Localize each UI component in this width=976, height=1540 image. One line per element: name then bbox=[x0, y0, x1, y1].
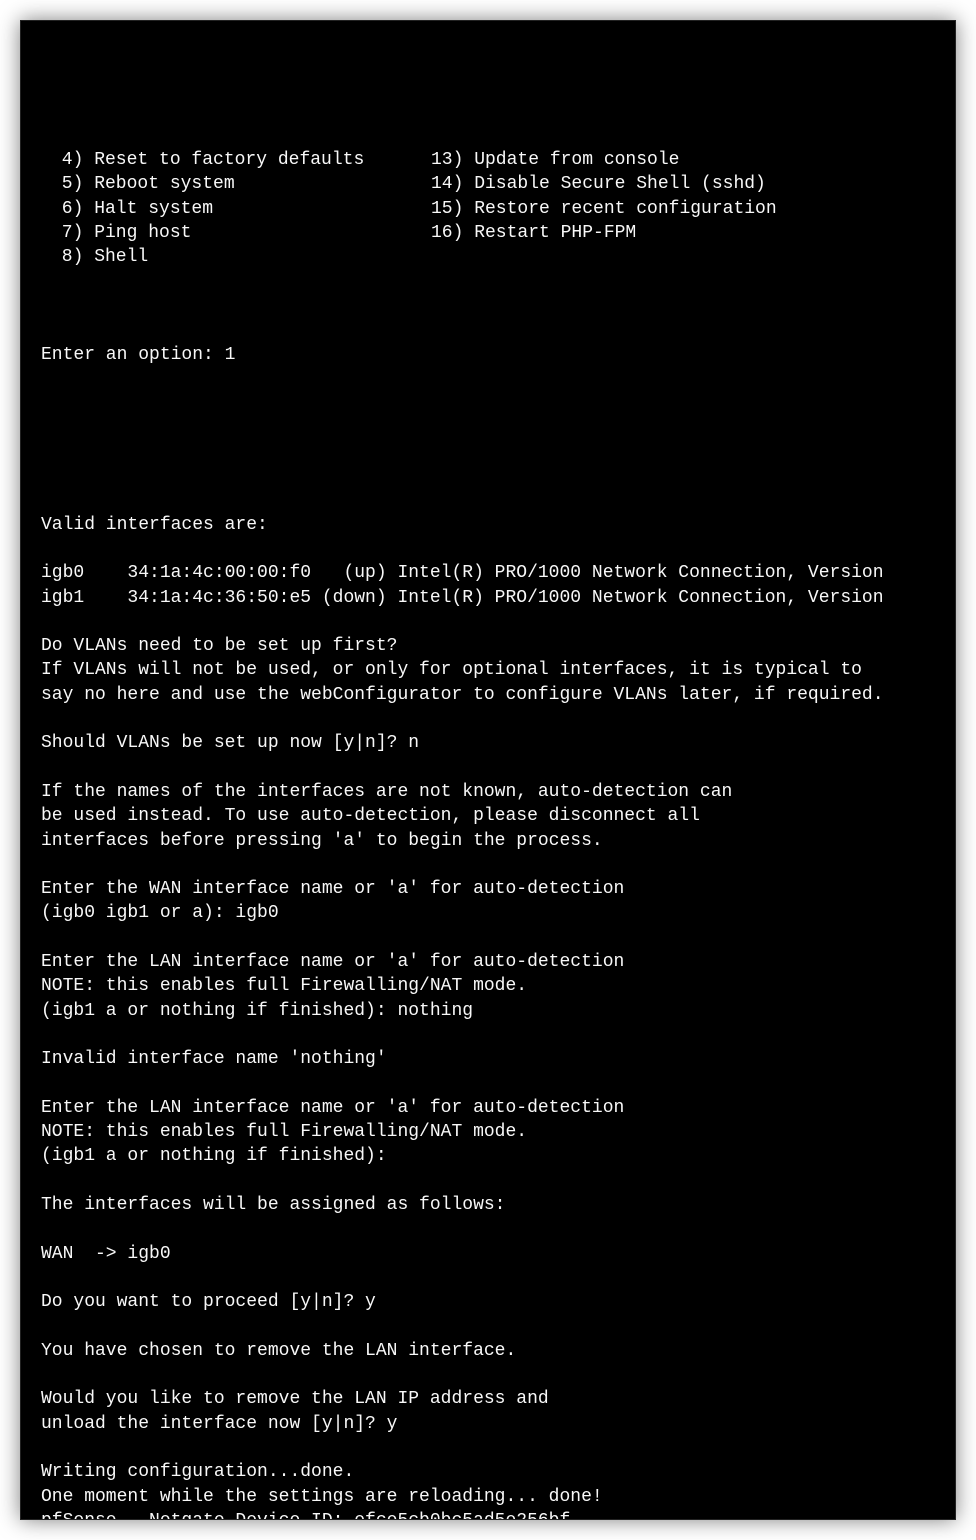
top-menu-left-line: 8) Shell bbox=[51, 245, 431, 269]
transcript-line: Enter the LAN interface name or 'a' for … bbox=[41, 1096, 945, 1120]
top-menu-right-line bbox=[431, 245, 945, 269]
transcript-line: say no here and use the webConfigurator … bbox=[41, 683, 945, 707]
transcript-line: Invalid interface name 'nothing' bbox=[41, 1047, 945, 1071]
transcript-line bbox=[41, 1169, 945, 1193]
transcript-line: interfaces before pressing 'a' to begin … bbox=[41, 829, 945, 853]
transcript-line: WAN -> igb0 bbox=[41, 1242, 945, 1266]
transcript-line bbox=[41, 853, 945, 877]
transcript-line: pfSense - Netgate Device ID: efce5cb0bc5… bbox=[41, 1509, 945, 1520]
transcript-line: You have chosen to remove the LAN interf… bbox=[41, 1339, 945, 1363]
console-transcript: Valid interfaces are: igb0 34:1a:4c:00:0… bbox=[41, 464, 945, 1520]
transcript-line: (igb1 a or nothing if finished): nothing bbox=[41, 999, 945, 1023]
transcript-line bbox=[41, 1436, 945, 1460]
transcript-line bbox=[41, 1217, 945, 1241]
transcript-line: (igb1 a or nothing if finished): bbox=[41, 1144, 945, 1168]
transcript-line: Do VLANs need to be set up first? bbox=[41, 634, 945, 658]
transcript-line: Do you want to proceed [y|n]? y bbox=[41, 1290, 945, 1314]
transcript-line: Would you like to remove the LAN IP addr… bbox=[41, 1387, 945, 1411]
top-menu-right-line: 13) Update from console bbox=[431, 148, 945, 172]
top-menu: 4) Reset to factory defaults 5) Reboot s… bbox=[41, 148, 945, 269]
transcript-line bbox=[41, 464, 945, 488]
transcript-line bbox=[41, 610, 945, 634]
transcript-line bbox=[41, 1363, 945, 1387]
transcript-line bbox=[41, 488, 945, 512]
transcript-line: be used instead. To use auto-detection, … bbox=[41, 804, 945, 828]
transcript-line: unload the interface now [y|n]? y bbox=[41, 1412, 945, 1436]
transcript-line: Should VLANs be set up now [y|n]? n bbox=[41, 731, 945, 755]
transcript-line: Valid interfaces are: bbox=[41, 513, 945, 537]
transcript-line: Writing configuration...done. bbox=[41, 1460, 945, 1484]
transcript-line bbox=[41, 1314, 945, 1338]
top-menu-right-line: 15) Restore recent configuration bbox=[431, 197, 945, 221]
transcript-line bbox=[41, 756, 945, 780]
transcript-line bbox=[41, 926, 945, 950]
transcript-line: igb0 34:1a:4c:00:00:f0 (up) Intel(R) PRO… bbox=[41, 561, 945, 585]
top-menu-left-line: 4) Reset to factory defaults bbox=[51, 148, 431, 172]
transcript-line: The interfaces will be assigned as follo… bbox=[41, 1193, 945, 1217]
top-menu-right-line: 16) Restart PHP-FPM bbox=[431, 221, 945, 245]
transcript-line: One moment while the settings are reload… bbox=[41, 1485, 945, 1509]
top-menu-left-line: 5) Reboot system bbox=[51, 172, 431, 196]
transcript-line: igb1 34:1a:4c:36:50:e5 (down) Intel(R) P… bbox=[41, 586, 945, 610]
transcript-line bbox=[41, 1023, 945, 1047]
top-menu-right-col: 13) Update from console14) Disable Secur… bbox=[431, 148, 945, 269]
top-menu-right-line: 14) Disable Secure Shell (sshd) bbox=[431, 172, 945, 196]
console-screen[interactable]: 4) Reset to factory defaults 5) Reboot s… bbox=[20, 20, 956, 1520]
transcript-line bbox=[41, 1266, 945, 1290]
transcript-line bbox=[41, 537, 945, 561]
transcript-line: (igb0 igb1 or a): igb0 bbox=[41, 901, 945, 925]
transcript-line: If the names of the interfaces are not k… bbox=[41, 780, 945, 804]
transcript-line bbox=[41, 707, 945, 731]
transcript-line: Enter the WAN interface name or 'a' for … bbox=[41, 877, 945, 901]
enter-option-line-1: Enter an option: 1 bbox=[41, 343, 945, 367]
top-menu-left-line: 6) Halt system bbox=[51, 197, 431, 221]
transcript-line: NOTE: this enables full Firewalling/NAT … bbox=[41, 1120, 945, 1144]
transcript-line: Enter the LAN interface name or 'a' for … bbox=[41, 950, 945, 974]
transcript-line: NOTE: this enables full Firewalling/NAT … bbox=[41, 974, 945, 998]
top-menu-left-col: 4) Reset to factory defaults 5) Reboot s… bbox=[51, 148, 431, 269]
transcript-line: If VLANs will not be used, or only for o… bbox=[41, 658, 945, 682]
top-menu-left-line: 7) Ping host bbox=[51, 221, 431, 245]
transcript-line bbox=[41, 1071, 945, 1095]
